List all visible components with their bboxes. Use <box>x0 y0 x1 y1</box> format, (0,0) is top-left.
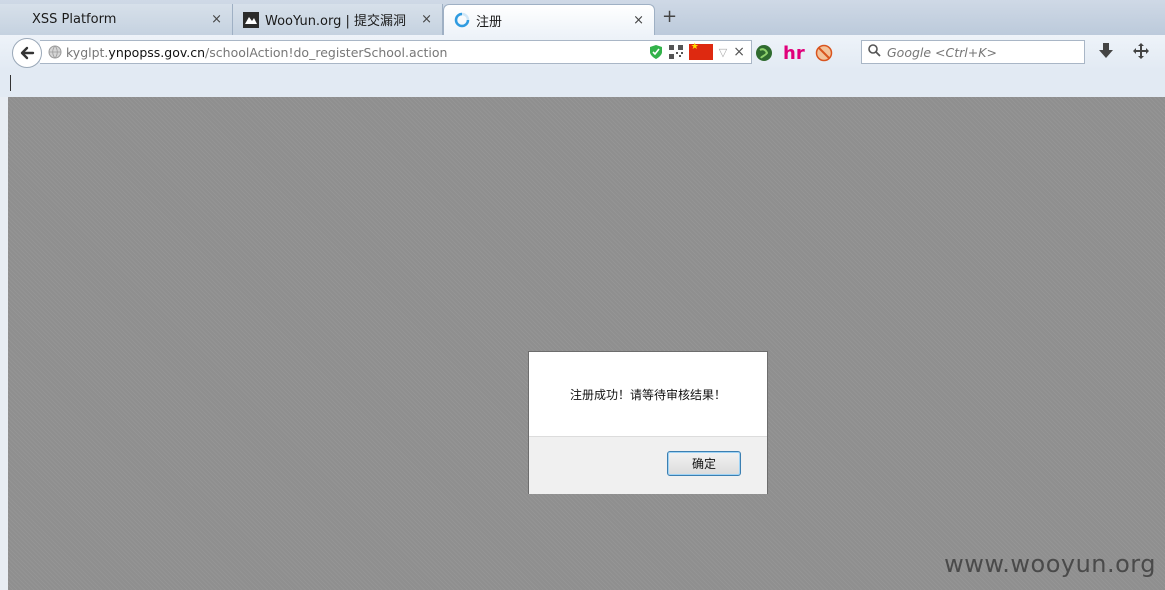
new-tab-button[interactable]: + <box>662 6 677 27</box>
alert-dialog: 注册成功！请等待审核结果！ 确定 <box>528 351 768 494</box>
back-button[interactable] <box>12 38 42 68</box>
tab-title: 注册 <box>476 14 503 30</box>
url-bar[interactable]: kyglpt.ynpopss.gov.cn/schoolAction!do_re… <box>40 40 752 64</box>
left-edge <box>0 97 8 590</box>
hackbar-hr-icon[interactable]: hr <box>783 43 805 64</box>
back-arrow-icon <box>20 46 35 60</box>
bookmarks-toolbar <box>0 70 1165 98</box>
china-flag-icon[interactable] <box>688 42 713 60</box>
url-path: /schoolAction!do_registerSchool.action <box>205 44 448 60</box>
tab-title: XSS Platform <box>32 12 117 27</box>
shield-icon[interactable] <box>649 44 663 60</box>
ok-button[interactable]: 确定 <box>667 451 741 476</box>
url-host: ynpopss.gov.cn <box>108 44 206 60</box>
loading-spinner-icon <box>454 12 470 28</box>
watermark: www.wooyun.org <box>944 550 1156 578</box>
tab-strip: XSS Platform × WooYun.org | 提交漏洞 × 注册 × … <box>0 0 1165 35</box>
dropdown-arrow-icon[interactable]: ▽ <box>719 46 727 59</box>
hr-h: h <box>783 42 796 64</box>
tab-register[interactable]: 注册 × <box>443 4 655 35</box>
stop-icon[interactable]: × <box>733 44 745 60</box>
hr-r: r <box>795 42 805 64</box>
addon-globe-icon[interactable] <box>755 44 773 62</box>
adblock-icon[interactable] <box>815 44 833 62</box>
addon-toolbar: hr <box>755 40 833 66</box>
download-icon[interactable] <box>1098 42 1114 60</box>
search-placeholder: Google <Ctrl+K> <box>887 44 997 60</box>
tab-close-icon[interactable]: × <box>633 13 644 28</box>
right-toolbar <box>1098 42 1150 60</box>
tab-close-icon[interactable]: × <box>421 12 432 27</box>
tab-title: WooYun.org | 提交漏洞 <box>265 14 407 29</box>
url-prefix: kyglpt. <box>66 44 109 60</box>
tab-close-icon[interactable]: × <box>211 12 222 27</box>
navigation-bar: kyglpt.ynpopss.gov.cn/schoolAction!do_re… <box>0 35 1165 70</box>
wooyun-favicon-icon <box>243 11 259 28</box>
browser-window: XSS Platform × WooYun.org | 提交漏洞 × 注册 × … <box>0 0 1165 590</box>
text-caret <box>10 75 11 91</box>
dialog-footer: 确定 <box>529 436 767 494</box>
tab-wooyun[interactable]: WooYun.org | 提交漏洞 × <box>233 4 443 35</box>
search-bar[interactable]: Google <Ctrl+K> <box>861 40 1085 64</box>
globe-icon <box>48 45 62 59</box>
qr-code-icon[interactable] <box>668 45 683 59</box>
search-icon <box>868 44 881 60</box>
move-arrows-icon[interactable] <box>1132 42 1150 60</box>
tab-xss-platform[interactable]: XSS Platform × <box>0 4 233 35</box>
url-text[interactable]: kyglpt.ynpopss.gov.cn/schoolAction!do_re… <box>66 45 649 60</box>
dialog-message: 注册成功！请等待审核结果！ <box>569 387 726 402</box>
page-overlay <box>8 97 1165 590</box>
